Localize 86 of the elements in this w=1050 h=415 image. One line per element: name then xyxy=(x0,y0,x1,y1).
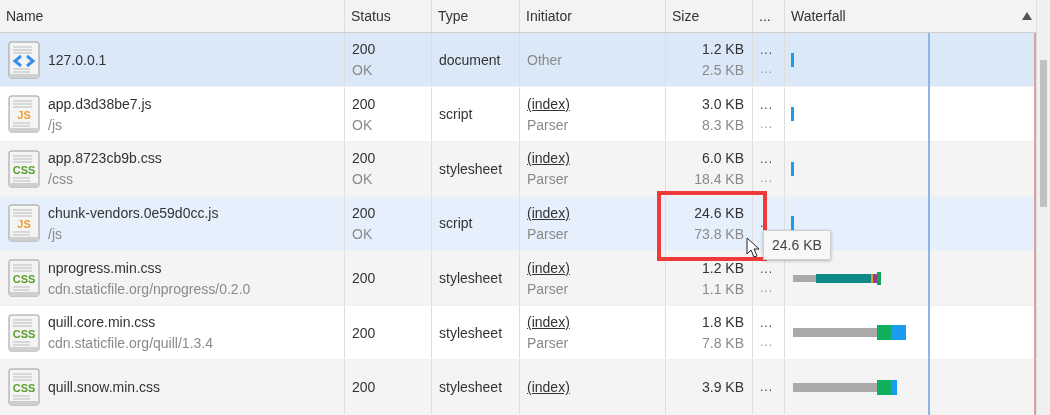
status-text: OK xyxy=(352,116,374,133)
status-code: 200 xyxy=(352,379,377,396)
status-text: OK xyxy=(352,171,374,188)
more-dots: . xyxy=(760,216,766,231)
transfer-size: 1.8 KB xyxy=(701,314,744,331)
initiator-text: Other xyxy=(527,51,563,68)
initiator-link[interactable]: (index) xyxy=(527,379,665,396)
status-code: 200 xyxy=(352,41,377,58)
file-path: /js xyxy=(48,116,63,133)
status-code: 200 xyxy=(352,324,377,341)
column-header[interactable]: Type xyxy=(432,0,520,32)
more-dots: ... xyxy=(760,171,774,186)
initiator-link[interactable]: (index) xyxy=(527,259,665,276)
request-row[interactable]: CSS nprogress.min.css cdn.staticfile.org/nprogress/0.2.0 200 stylesheet (index) Parser 1.2 KB 1.1 KB ... ... xyxy=(0,251,1037,306)
stylesheet-file-icon: CSS xyxy=(8,259,40,297)
more-dots: ... xyxy=(760,116,774,131)
file-path: /js xyxy=(48,225,63,242)
resource-size: 2.5 KB xyxy=(701,62,744,79)
status-code: 200 xyxy=(352,150,377,167)
transfer-size: 3.0 KB xyxy=(701,95,744,112)
initiator-type: Parser xyxy=(527,116,570,133)
status-code: 200 xyxy=(352,95,377,112)
request-row[interactable]: 127.0.0.1 200 OK document Other 1.2 KB 2.5 KB ... ... xyxy=(0,32,1037,88)
request-row[interactable]: CSS app.8723cb9b.css /css 200 OK stylesheet (index) Parser 6.0 KB 18.4 KB ... ... xyxy=(0,142,1037,197)
script-file-icon: JS xyxy=(8,204,40,243)
resource-size: 73.8 KB xyxy=(694,225,744,242)
more-dots: ... xyxy=(760,335,774,350)
column-header[interactable]: ... xyxy=(753,0,785,32)
file-name: quill.core.min.css xyxy=(48,314,157,331)
stylesheet-file-icon: CSS xyxy=(8,313,40,352)
transfer-size: 3.9 KB xyxy=(701,379,744,396)
stylesheet-file-icon: CSS xyxy=(8,368,40,407)
resource-size: 8.3 KB xyxy=(701,116,744,133)
tooltip: 24.6 KB xyxy=(763,230,831,260)
transfer-size: 6.0 KB xyxy=(701,150,744,167)
stylesheet-file-icon: CSS xyxy=(8,149,40,188)
status-text: OK xyxy=(352,225,374,242)
more-dots: ... xyxy=(760,316,774,331)
initiator-type: Parser xyxy=(527,335,570,352)
file-path: /css xyxy=(48,171,74,188)
more-dots: ... xyxy=(760,280,774,295)
resource-size: 7.8 KB xyxy=(701,335,744,352)
type-text: stylesheet xyxy=(439,379,504,396)
initiator-link[interactable]: (index) xyxy=(527,95,665,112)
file-name: app.8723cb9b.css xyxy=(48,150,162,167)
column-header[interactable]: Size xyxy=(666,0,753,32)
file-path: cdn.staticfile.org/quill/1.3.4 xyxy=(48,335,213,352)
status-code: 200 xyxy=(352,270,377,286)
column-header[interactable]: Status xyxy=(345,0,432,32)
status-text: OK xyxy=(352,62,374,79)
more-dots: ... xyxy=(760,152,774,167)
initiator-link[interactable]: (index) xyxy=(527,314,665,331)
more-dots: ... xyxy=(760,62,774,77)
transfer-size: 1.2 KB xyxy=(701,41,744,58)
initiator-link[interactable]: (index) xyxy=(527,204,665,221)
file-name: 127.0.0.1 xyxy=(48,51,107,68)
type-text: script xyxy=(439,106,474,123)
request-row[interactable]: CSS quill.snow.min.css 200 stylesheet (index) 3.9 KB ... xyxy=(0,360,1037,415)
request-row[interactable]: JS app.d3d38be7.js /js 200 OK script (index) Parser 3.0 KB 8.3 KB ... ... xyxy=(0,87,1037,142)
request-row[interactable]: CSS quill.core.min.css cdn.staticfile.org/quill/1.3.4 200 stylesheet (index) Parser 1.8 KB 7.8 KB ... ... xyxy=(0,305,1037,361)
more-dots: ... xyxy=(760,380,774,395)
type-text: stylesheet xyxy=(439,160,504,177)
file-name: nprogress.min.css xyxy=(48,259,163,276)
transfer-size: 1.2 KB xyxy=(701,259,744,276)
initiator-type: Parser xyxy=(527,280,570,297)
resource-size: 18.4 KB xyxy=(694,171,744,188)
status-code: 200 xyxy=(352,204,377,221)
script-file-icon: JS xyxy=(8,95,40,134)
file-name: chunk-vendors.0e59d0cc.js xyxy=(48,204,219,221)
type-text: stylesheet xyxy=(439,324,504,341)
file-name: app.d3d38be7.js xyxy=(48,95,152,112)
resource-size: 1.1 KB xyxy=(701,280,744,297)
file-path: cdn.staticfile.org/nprogress/0.2.0 xyxy=(48,280,251,297)
column-header[interactable]: Name xyxy=(0,0,345,32)
initiator-type: Parser xyxy=(527,225,570,242)
initiator-link[interactable]: (index) xyxy=(527,150,665,167)
more-dots: ... xyxy=(760,97,774,112)
initiator-type: Parser xyxy=(527,171,570,188)
file-name: quill.snow.min.css xyxy=(48,379,161,396)
type-text: stylesheet xyxy=(439,270,504,286)
type-text: script xyxy=(439,215,474,232)
transfer-size: 24.6 KB xyxy=(694,204,744,221)
more-dots: ... xyxy=(760,43,774,58)
column-header[interactable]: Initiator xyxy=(520,0,666,32)
type-text: document xyxy=(439,51,502,68)
more-dots: ... xyxy=(760,261,774,276)
